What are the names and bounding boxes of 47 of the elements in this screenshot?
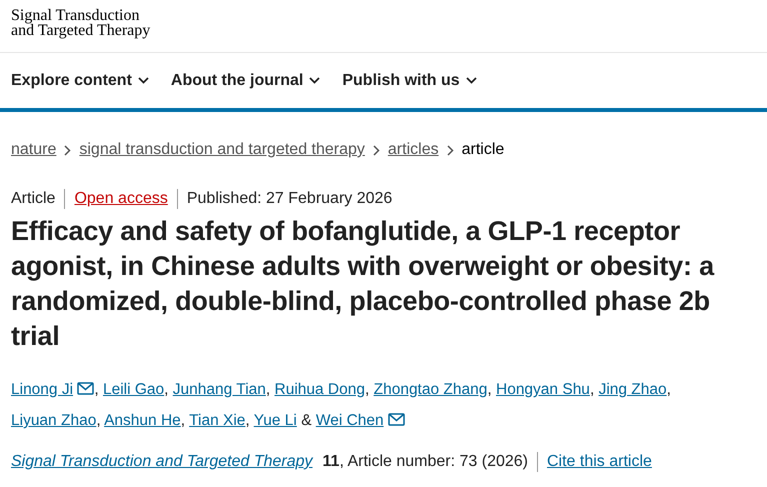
published-date: Published: 27 February 2026: [186, 189, 392, 209]
article-type: Article: [11, 189, 56, 209]
ampersand: &: [301, 412, 312, 429]
cite-link[interactable]: Cite this article: [547, 450, 652, 474]
nav-menu-button[interactable]: About the journal: [170, 68, 320, 92]
comma: ,: [487, 381, 492, 398]
author-link[interactable]: Ruihua Dong: [274, 381, 365, 398]
caret-icon: [466, 77, 477, 84]
author-link[interactable]: Jing Zhao: [598, 381, 667, 398]
author-link[interactable]: Yue Li: [254, 412, 297, 429]
author-link[interactable]: Tian Xie: [189, 412, 246, 429]
author-link[interactable]: Leili Gao: [102, 381, 164, 398]
mail-icon[interactable]: [388, 413, 405, 426]
author-link[interactable]: Anshun He: [104, 412, 181, 429]
journal-link[interactable]: Signal Transduction and Targeted Therapy: [11, 450, 313, 474]
comma: ,: [266, 381, 270, 398]
caret-icon: [309, 77, 320, 84]
author-link[interactable]: Hongyan Shu: [496, 381, 590, 398]
chevron-icon: [372, 144, 380, 156]
author-link[interactable]: Junhang Tian: [172, 381, 266, 398]
comma: ,: [245, 412, 250, 429]
author-link[interactable]: Linong Ji: [11, 381, 74, 398]
caret-icon: [138, 77, 149, 84]
mail-icon[interactable]: [77, 382, 94, 395]
nav-menu-button[interactable]: Publish with us: [342, 68, 477, 92]
author-link[interactable]: Liyuan Zhao: [11, 412, 96, 429]
nav-menu-button[interactable]: Explore content: [11, 68, 149, 92]
article-number: , Article number: 73 (2026): [339, 452, 528, 472]
journal-logo[interactable]: Signal Transduction and Targeted Therapy: [11, 8, 150, 38]
breadcrumb-current: article: [462, 140, 504, 160]
breadcrumb-link[interactable]: articles: [388, 138, 439, 162]
chevron-icon: [64, 144, 72, 156]
comma: ,: [590, 381, 594, 398]
volume-number: 11: [322, 452, 340, 472]
comma: ,: [96, 412, 101, 429]
author-link[interactable]: Wei Chen: [316, 412, 384, 429]
comma: ,: [666, 381, 671, 398]
comma: ,: [364, 381, 370, 398]
chevron-icon: [446, 144, 454, 156]
open-access-link[interactable]: Open access: [74, 187, 168, 211]
comma: ,: [94, 381, 99, 398]
breadcrumb-link[interactable]: nature: [11, 138, 56, 162]
author-link[interactable]: Zhongtao Zhang: [374, 381, 488, 398]
comma: ,: [164, 381, 168, 398]
breadcrumb-link[interactable]: signal transduction and targeted therapy: [79, 138, 365, 162]
comma: ,: [180, 412, 186, 429]
article-title: Efficacy and safety of bofanglutide, a GLP-1 receptor agonist, in Chinese adults with overweight or obesity: a randomized, double-blind, placebo-controlled phase 2b trial: [11, 215, 716, 353]
